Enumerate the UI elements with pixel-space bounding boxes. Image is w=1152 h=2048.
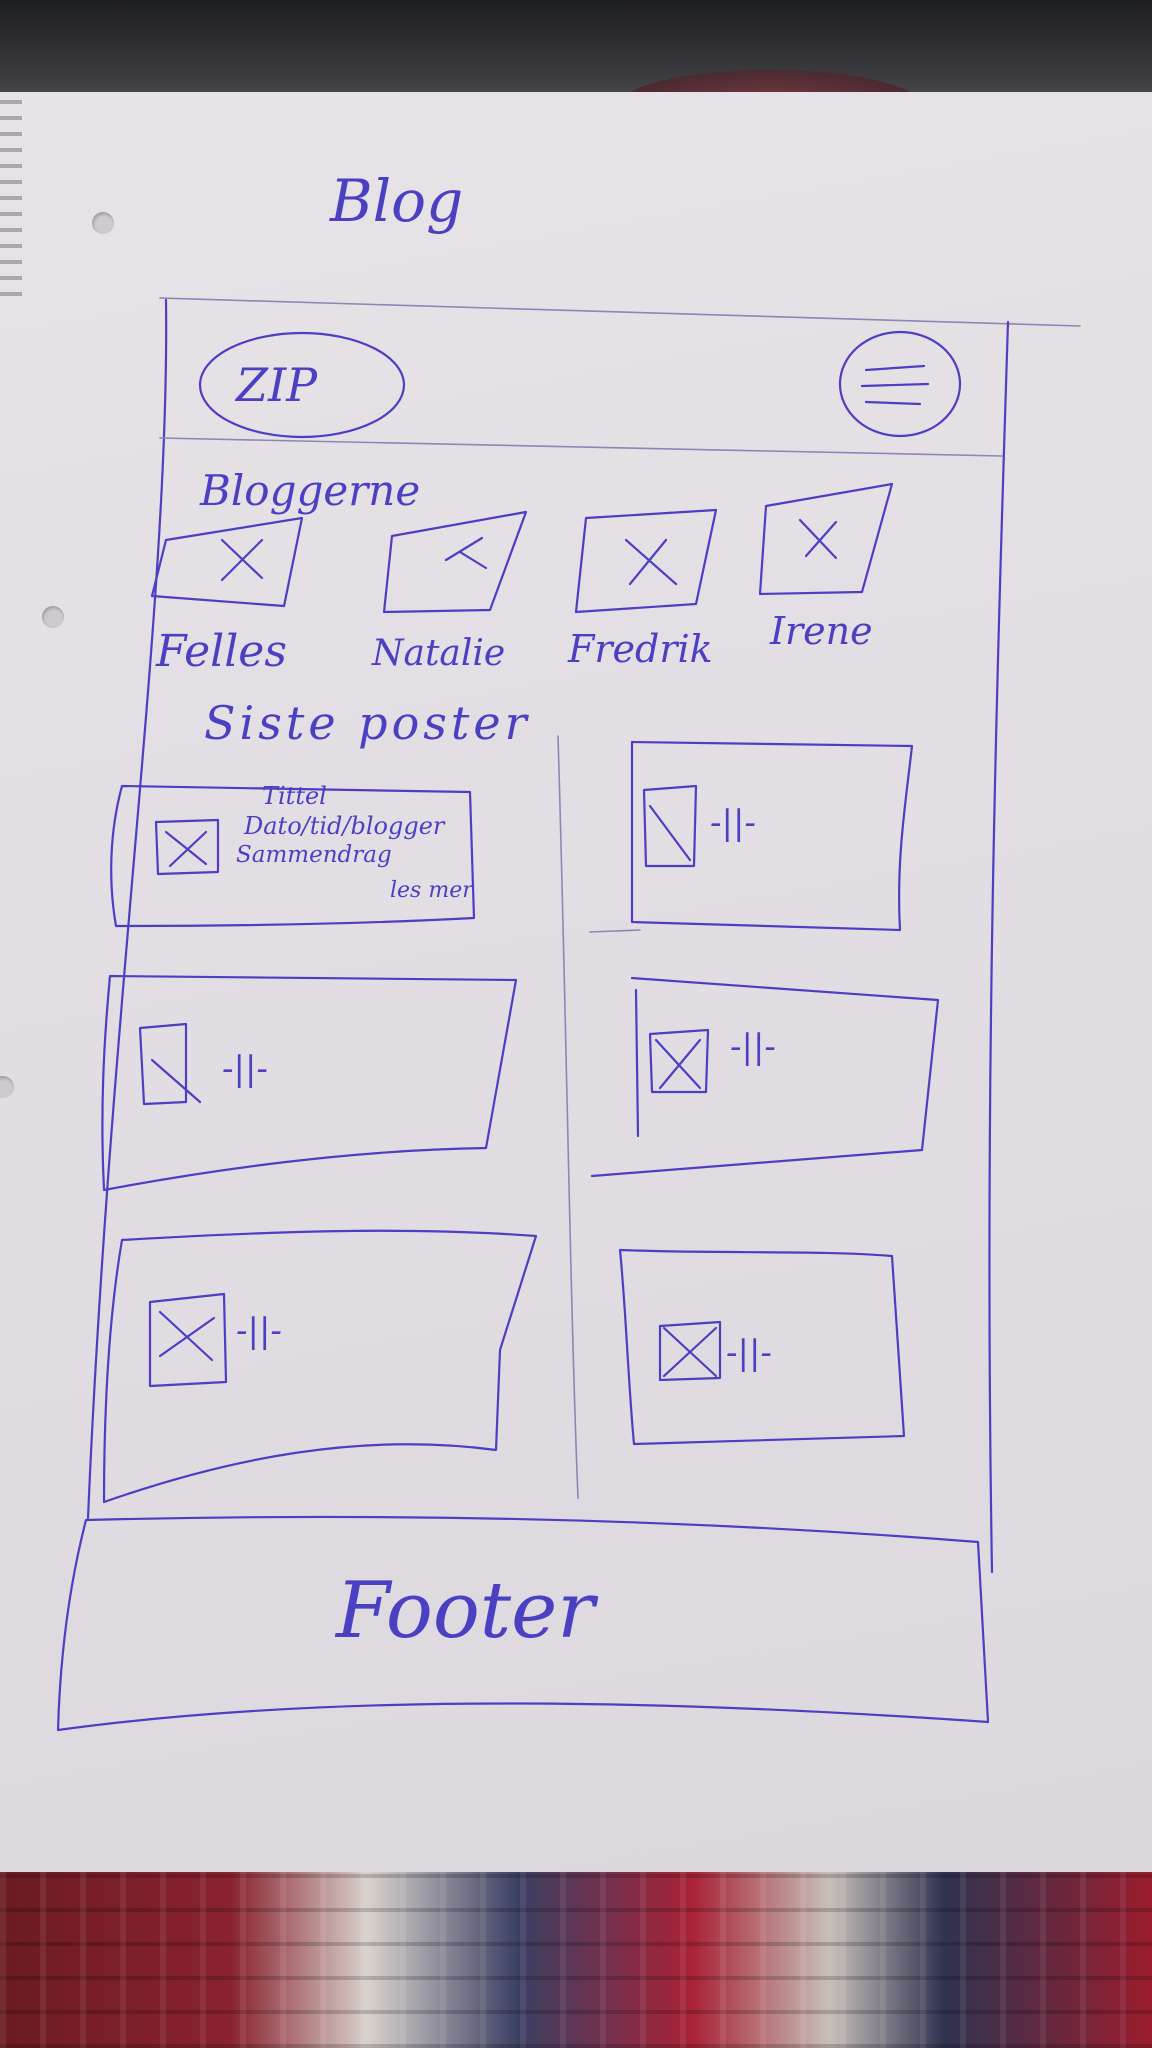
post-title-line: Tittel — [262, 782, 327, 810]
blogger-name: Felles — [156, 626, 287, 677]
ditto-mark: -||- — [726, 1333, 772, 1373]
hamburger-menu-icon — [838, 330, 962, 438]
blogger-name: Natalie — [372, 633, 506, 674]
ditto-mark: -||- — [236, 1311, 282, 1351]
post-card — [101, 974, 518, 1192]
logo-text: ZIP — [236, 358, 318, 412]
blogger-name: Irene — [770, 609, 873, 653]
bloggers-heading: Bloggerne — [200, 466, 421, 515]
blogger-avatar — [758, 482, 894, 596]
post-card — [102, 1229, 538, 1504]
blogger-avatar — [382, 510, 528, 614]
blogger-avatar — [150, 516, 304, 608]
post-summary-line: Sammendrag — [236, 842, 392, 868]
post-card — [590, 976, 940, 1178]
blogger-name: Fredrik — [568, 627, 713, 671]
post-meta-line: Dato/tid/blogger — [244, 812, 445, 840]
wireframe-sketch — [56, 297, 1081, 1732]
ditto-mark: -||- — [710, 803, 756, 843]
read-more-link: les mer — [390, 878, 473, 903]
column-divider — [557, 735, 579, 1499]
page-heading: Blog — [330, 167, 464, 235]
ditto-mark: -||- — [222, 1049, 268, 1089]
blogger-avatar — [574, 508, 718, 614]
ditto-mark: -||- — [730, 1027, 776, 1067]
footer-text: Footer — [336, 1566, 595, 1656]
latest-posts-heading: Siste poster — [204, 696, 531, 750]
